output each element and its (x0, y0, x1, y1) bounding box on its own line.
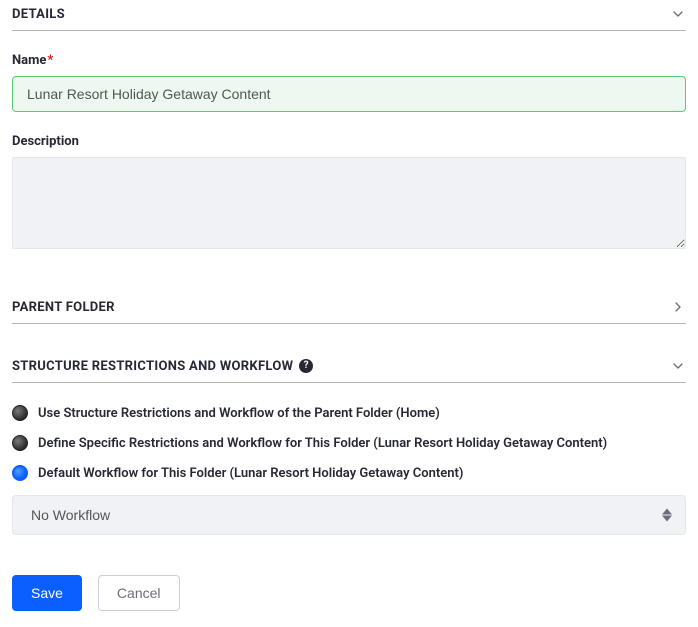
section-header-details[interactable]: DETAILS (12, 0, 686, 31)
section-title-details: DETAILS (12, 7, 65, 22)
name-label: Name* (12, 53, 686, 68)
description-textarea[interactable] (12, 157, 686, 249)
workflow-select[interactable]: No Workflow (12, 495, 686, 535)
name-input[interactable] (12, 76, 686, 112)
cancel-button[interactable]: Cancel (98, 575, 180, 611)
workflow-select-wrap: No Workflow (12, 495, 686, 535)
name-label-text: Name (12, 53, 46, 68)
radio-icon (12, 465, 28, 481)
radio-default-workflow[interactable]: Default Workflow for This Folder (Lunar … (12, 465, 686, 481)
required-asterisk: * (47, 53, 53, 68)
radio-icon (12, 435, 28, 451)
workflow-radio-group: Use Structure Restrictions and Workflow … (12, 405, 686, 481)
section-title-parent-folder: PARENT FOLDER (12, 300, 115, 315)
save-button[interactable]: Save (12, 575, 82, 611)
radio-label: Default Workflow for This Folder (Lunar … (38, 466, 463, 481)
chevron-down-icon (670, 358, 686, 374)
section-header-structure-restrictions[interactable]: STRUCTURE RESTRICTIONS AND WORKFLOW ? (12, 352, 686, 383)
form-footer: Save Cancel (12, 575, 686, 611)
field-description: Description (12, 134, 686, 253)
chevron-right-icon (670, 299, 686, 315)
section-header-parent-folder[interactable]: PARENT FOLDER (12, 293, 686, 324)
chevron-down-icon (670, 6, 686, 22)
radio-label: Use Structure Restrictions and Workflow … (38, 406, 440, 421)
description-label: Description (12, 134, 686, 149)
help-icon[interactable]: ? (299, 359, 313, 373)
radio-use-parent[interactable]: Use Structure Restrictions and Workflow … (12, 405, 686, 421)
radio-define-specific[interactable]: Define Specific Restrictions and Workflo… (12, 435, 686, 451)
field-name: Name* (12, 53, 686, 112)
radio-icon (12, 405, 28, 421)
section-title-structure-restrictions: STRUCTURE RESTRICTIONS AND WORKFLOW (12, 359, 293, 374)
radio-label: Define Specific Restrictions and Workflo… (38, 436, 607, 451)
